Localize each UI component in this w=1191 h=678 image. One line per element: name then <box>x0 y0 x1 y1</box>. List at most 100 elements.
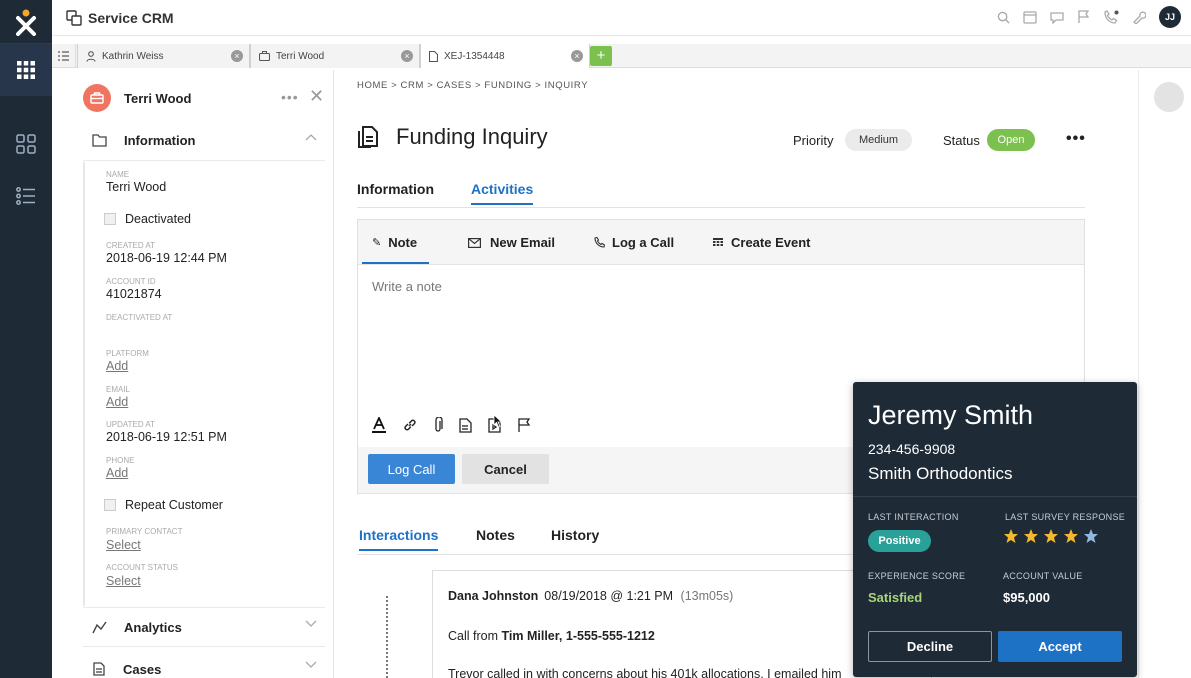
link-icon[interactable] <box>403 418 417 432</box>
experience-score-value: Satisfied <box>868 590 923 605</box>
composer-tab-label: Log a Call <box>612 235 675 250</box>
phone-add-link[interactable]: Add <box>106 466 128 480</box>
decline-button[interactable]: Decline <box>868 631 992 662</box>
user-avatar[interactable]: JJ <box>1159 6 1181 28</box>
accept-button[interactable]: Accept <box>998 631 1122 662</box>
subtab-history[interactable]: History <box>551 527 599 543</box>
interaction-header: Dana Johnston 08/19/2018 @ 1:21 PM (13m05… <box>448 589 733 603</box>
phone-icon[interactable] <box>1103 9 1119 25</box>
caller-phone: 234-456-9908 <box>868 441 956 457</box>
deactivated-checkbox[interactable]: Deactivated <box>104 212 191 226</box>
wrench-icon[interactable] <box>1132 10 1146 24</box>
survey-rating-stars <box>1003 528 1099 544</box>
call-prefix: Call from <box>448 629 499 643</box>
primary-contact-select-link[interactable]: Select <box>106 538 141 552</box>
tab-list-toggle[interactable] <box>52 44 76 68</box>
interaction-body: Trevor called in with concerns about his… <box>448 667 842 678</box>
text-format-icon[interactable] <box>371 417 387 433</box>
close-tab-icon[interactable]: × <box>231 50 243 62</box>
field-value-name: Terri Wood <box>106 180 167 194</box>
analytics-icon <box>92 621 107 633</box>
field-label-email: EMAIL <box>106 385 131 394</box>
composer-tab-note[interactable]: ✎ Note <box>372 235 417 250</box>
field-label-account-id: ACCOUNT ID <box>106 277 156 286</box>
composer-tab-new-email[interactable]: New Email <box>468 235 555 250</box>
apps-grid-button[interactable] <box>0 44 52 96</box>
pencil-icon: ✎ <box>372 237 382 249</box>
section-cases-header[interactable]: Cases <box>83 649 325 678</box>
section-information-header[interactable]: Information <box>83 121 325 161</box>
field-label-updated: UPDATED AT <box>106 420 156 429</box>
field-label-primary-contact: PRIMARY CONTACT <box>106 527 183 536</box>
calendar-icon[interactable] <box>1023 10 1037 24</box>
left-rail <box>0 0 52 678</box>
flag-icon[interactable] <box>517 417 531 433</box>
cancel-button[interactable]: Cancel <box>462 454 549 484</box>
add-tab-button[interactable]: + <box>590 46 612 66</box>
subtab-notes[interactable]: Notes <box>476 527 515 543</box>
paperclip-icon[interactable] <box>433 417 443 433</box>
star-icon <box>1064 529 1078 543</box>
search-icon[interactable] <box>997 11 1010 24</box>
chevron-up-icon <box>305 134 317 141</box>
composer-tab-log-call[interactable]: Log a Call <box>594 235 674 250</box>
interaction-author: Dana Johnston <box>448 589 539 603</box>
more-actions-button[interactable]: ••• <box>1066 130 1086 148</box>
timeline-connector <box>386 596 388 678</box>
dashboard-button[interactable] <box>0 118 52 170</box>
chat-icon[interactable] <box>1050 11 1064 24</box>
record-side-panel: Terri Wood ••• ✕ Information NAME Terri … <box>77 70 334 678</box>
repeat-customer-checkbox[interactable]: Repeat Customer <box>104 498 223 512</box>
envelope-icon <box>468 237 481 248</box>
more-options-icon[interactable]: ••• <box>281 89 299 105</box>
status-badge[interactable]: Open <box>987 129 1035 151</box>
email-add-link[interactable]: Add <box>106 395 128 409</box>
case-avatar <box>83 84 111 112</box>
right-divider <box>1138 70 1139 678</box>
log-call-button[interactable]: Log Call <box>368 454 455 484</box>
priority-badge[interactable]: Medium <box>845 129 912 151</box>
document-icon[interactable] <box>459 417 472 433</box>
card-divider <box>853 496 1137 497</box>
star-half-icon <box>1084 529 1098 543</box>
field-value-account-id: 41021874 <box>106 287 162 301</box>
subtab-interactions[interactable]: Interactions <box>359 527 439 551</box>
field-label-account-status: ACCOUNT STATUS <box>106 563 179 572</box>
calendar-icon <box>713 237 723 246</box>
mouse-cursor-icon <box>493 414 503 428</box>
close-tab-icon[interactable]: × <box>571 50 583 62</box>
chevron-down-icon <box>305 620 317 627</box>
document-icon <box>93 662 105 676</box>
close-panel-icon[interactable]: ✕ <box>309 86 324 107</box>
status-label: Status <box>943 133 980 148</box>
composer-tab-create-event[interactable]: Create Event <box>713 235 810 250</box>
right-rail-avatar[interactable] <box>1154 82 1184 112</box>
tab-xej-1354448[interactable]: XEJ-1354448 × <box>420 44 590 68</box>
tab-kathrin-weiss[interactable]: Kathrin Weiss × <box>77 44 250 68</box>
checkbox-box[interactable] <box>104 499 116 511</box>
tab-information[interactable]: Information <box>357 181 434 197</box>
briefcase-icon <box>259 51 270 61</box>
tab-activities[interactable]: Activities <box>471 181 534 205</box>
checkbox-label: Deactivated <box>125 212 192 226</box>
app-logo[interactable] <box>0 0 52 44</box>
document-stack-icon <box>358 126 378 148</box>
note-textarea[interactable]: Write a note <box>372 279 442 294</box>
checkbox-box[interactable] <box>104 213 116 225</box>
section-analytics-header[interactable]: Analytics <box>83 607 325 647</box>
account-status-select-link[interactable]: Select <box>106 574 141 588</box>
app-title: Service CRM <box>88 9 174 26</box>
main-tabs: Information Activities <box>357 178 1085 208</box>
flag-icon[interactable] <box>1077 10 1090 24</box>
tab-terri-wood[interactable]: Terri Wood × <box>250 44 420 68</box>
close-tab-icon[interactable]: × <box>401 50 413 62</box>
dashboard-icon <box>16 134 36 154</box>
list-view-button[interactable] <box>0 170 52 222</box>
experience-score-label: EXPERIENCE SCORE <box>868 571 966 581</box>
account-value: $95,000 <box>1003 590 1050 605</box>
user-icon <box>86 50 96 62</box>
priority-label: Priority <box>793 133 834 148</box>
breadcrumb[interactable]: HOME > CRM > CASES > FUNDING > INQUIRY <box>357 80 588 91</box>
platform-add-link[interactable]: Add <box>106 359 128 373</box>
formatting-toolbar <box>371 417 531 433</box>
